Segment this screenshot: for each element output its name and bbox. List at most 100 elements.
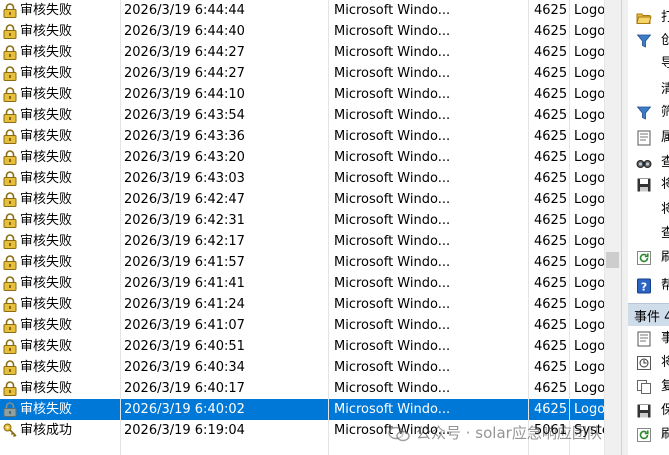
action-item-label: 创 — [661, 33, 669, 48]
table-row[interactable]: 审核失败 2026/3/19 6:44:40 Microsoft Windo... 4… — [0, 21, 604, 42]
keyword-cell: 审核失败 — [20, 360, 73, 375]
table-row[interactable]: 审核失败 2026/3/19 6:43:20 Microsoft Windo... 4… — [0, 147, 604, 168]
keyword-cell: 审核失败 — [20, 3, 73, 18]
lock-icon — [3, 129, 17, 144]
category-cell: Logo — [574, 24, 604, 39]
table-row[interactable]: 审核失败 2026/3/19 6:41:57 Microsoft Windo... 4… — [0, 252, 604, 273]
lock-icon — [3, 171, 17, 186]
event-id-cell: 4625 — [534, 108, 568, 123]
action-item-label: 事 — [661, 331, 669, 346]
table-row[interactable]: 审核失败 2026/3/19 6:41:41 Microsoft Windo... 4… — [0, 273, 604, 294]
source-cell: Microsoft Windo... — [334, 192, 451, 207]
source-cell: Microsoft Windo... — [334, 213, 451, 228]
lock-icon — [3, 297, 17, 312]
category-cell: Logo — [574, 3, 604, 18]
source-cell: Microsoft Windo... — [334, 255, 451, 270]
table-row[interactable]: 审核失败 2026/3/19 6:41:07 Microsoft Windo... 4… — [0, 315, 604, 336]
event-id-cell: 4625 — [534, 318, 568, 333]
datetime-cell: 2026/3/19 6:41:57 — [124, 255, 245, 270]
lock-icon — [3, 45, 17, 60]
datetime-cell: 2026/3/19 6:44:27 — [124, 66, 245, 81]
source-cell: Microsoft Windo... — [334, 234, 451, 249]
table-row[interactable]: 审核失败 2026/3/19 6:42:47 Microsoft Windo... 4… — [0, 189, 604, 210]
table-row[interactable]: 审核失败 2026/3/19 6:43:03 Microsoft Windo... 4… — [0, 168, 604, 189]
keyword-cell: 审核失败 — [20, 297, 73, 312]
table-row[interactable]: 审核失败 2026/3/19 6:41:24 Microsoft Windo... 4… — [0, 294, 604, 315]
key-icon — [3, 423, 17, 438]
keyword-cell: 审核失败 — [20, 276, 73, 291]
action-item-label: 复 — [661, 379, 669, 394]
lock-icon — [3, 381, 17, 396]
keyword-cell: 审核失败 — [20, 402, 73, 417]
datetime-cell: 2026/3/19 6:44:44 — [124, 3, 245, 18]
vertical-scrollbar[interactable] — [604, 0, 622, 455]
event-id-cell: 4625 — [534, 192, 568, 207]
action-item[interactable]: 导 — [628, 52, 669, 75]
lock-icon — [3, 150, 17, 165]
category-cell: Logo — [574, 129, 604, 144]
datetime-cell: 2026/3/19 6:40:34 — [124, 360, 245, 375]
properties-icon — [636, 130, 652, 146]
event-action-item[interactable]: 将 — [628, 351, 669, 374]
action-item-label: 查 — [661, 226, 669, 241]
table-row[interactable]: 审核失败 2026/3/19 6:40:02 Microsoft Windo... 4… — [0, 399, 604, 420]
lock-icon — [3, 213, 17, 228]
datetime-cell: 2026/3/19 6:41:41 — [124, 276, 245, 291]
category-cell: Logo — [574, 45, 604, 60]
action-item-label: 将 — [661, 202, 669, 217]
category-cell: Logo — [574, 276, 604, 291]
table-row[interactable]: 审核失败 2026/3/19 6:43:36 Microsoft Windo... 4… — [0, 126, 604, 147]
action-item[interactable]: 创 — [628, 29, 669, 52]
pane-splitter[interactable] — [621, 0, 628, 455]
datetime-cell: 2026/3/19 6:40:02 — [124, 402, 245, 417]
event-action-item[interactable]: 事 — [628, 327, 669, 350]
source-cell: Microsoft Windo... — [334, 45, 451, 60]
category-cell: Logo — [574, 66, 604, 81]
table-row[interactable]: 审核失败 2026/3/19 6:40:34 Microsoft Windo... 4… — [0, 357, 604, 378]
table-row[interactable]: 审核失败 2026/3/19 6:44:27 Microsoft Windo... 4… — [0, 63, 604, 84]
action-item[interactable]: 查 — [628, 151, 669, 174]
action-item-label: 清 — [661, 82, 669, 97]
table-row[interactable]: 审核失败 2026/3/19 6:44:44 Microsoft Windo... 4… — [0, 0, 604, 21]
table-row[interactable]: 审核失败 2026/3/19 6:42:17 Microsoft Windo... 4… — [0, 231, 604, 252]
lock-icon — [3, 402, 17, 417]
event-action-item[interactable]: 保 — [628, 399, 669, 422]
event-action-item[interactable]: 复 — [628, 375, 669, 398]
action-item[interactable]: 刷 — [628, 246, 669, 269]
svg-text:?: ? — [641, 281, 647, 294]
event-list[interactable]: 审核失败 2026/3/19 6:44:44 Microsoft Windo... 4… — [0, 0, 604, 455]
category-cell: Logo — [574, 381, 604, 396]
source-cell: Microsoft Windo... — [334, 150, 451, 165]
table-row[interactable]: 审核失败 2026/3/19 6:42:31 Microsoft Windo... 4… — [0, 210, 604, 231]
action-item[interactable]: 将 — [628, 173, 669, 196]
lock-icon — [3, 255, 17, 270]
table-row[interactable]: 审核失败 2026/3/19 6:43:54 Microsoft Windo... 4… — [0, 105, 604, 126]
source-cell: Microsoft Windo... — [334, 297, 451, 312]
scrollbar-thumb[interactable] — [606, 252, 619, 268]
event-action-item[interactable]: 刷 — [628, 423, 669, 446]
source-cell: Microsoft Windo... — [334, 87, 451, 102]
table-row[interactable]: 审核失败 2026/3/19 6:40:17 Microsoft Windo... 4… — [0, 378, 604, 399]
action-item[interactable]: 将 — [628, 198, 669, 221]
action-item[interactable]: 查 — [628, 222, 669, 245]
table-row[interactable]: 审核失败 2026/3/19 6:44:27 Microsoft Windo... 4… — [0, 42, 604, 63]
help-icon: ? — [636, 278, 652, 294]
category-cell: Logo — [574, 255, 604, 270]
lock-icon — [3, 108, 17, 123]
keyword-cell: 审核失败 — [20, 108, 73, 123]
action-item[interactable]: ? 帮 — [628, 274, 669, 297]
source-cell: Microsoft Windo... — [334, 360, 451, 375]
source-cell: Microsoft Windo... — [334, 66, 451, 81]
action-item[interactable]: 打 — [628, 6, 669, 29]
category-cell: Logo — [574, 213, 604, 228]
action-item-label: 查 — [661, 155, 669, 170]
category-cell: Logo — [574, 297, 604, 312]
table-row[interactable]: 审核失败 2026/3/19 6:40:51 Microsoft Windo... 4… — [0, 336, 604, 357]
filter-icon — [636, 105, 652, 121]
action-item[interactable]: 筛 — [628, 101, 669, 124]
action-item[interactable]: 属 — [628, 126, 669, 149]
action-item[interactable]: 清 — [628, 78, 669, 101]
actions-section-header[interactable]: 事件 4 — [628, 303, 669, 326]
table-row[interactable]: 审核失败 2026/3/19 6:44:10 Microsoft Windo... 4… — [0, 84, 604, 105]
keyword-cell: 审核失败 — [20, 339, 73, 354]
